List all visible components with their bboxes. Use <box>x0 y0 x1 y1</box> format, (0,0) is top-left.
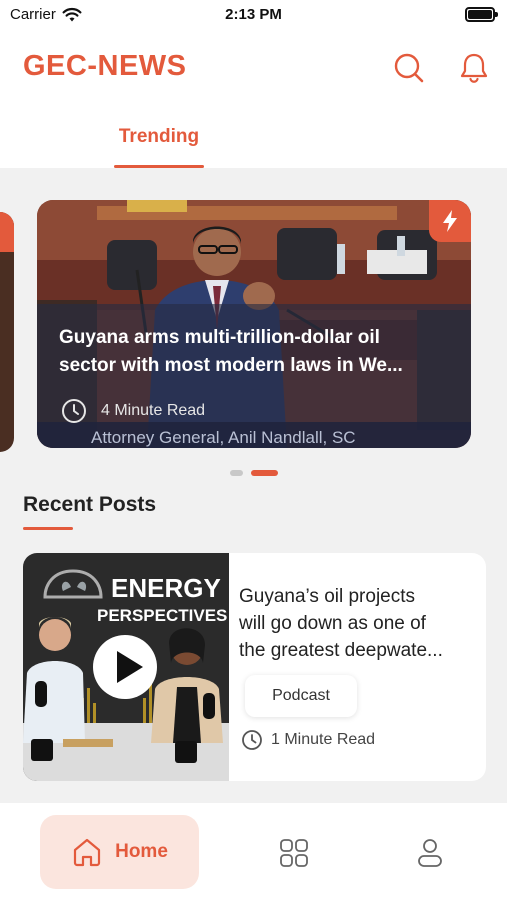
lightning-icon <box>443 210 457 232</box>
trending-badge <box>429 200 471 242</box>
bell-icon <box>460 53 488 83</box>
clock: 2:13 PM <box>225 6 282 23</box>
app-title: GEC-NEWS <box>23 50 187 82</box>
featured-article-title: Guyana arms multi-trillion-dollar oil se… <box>59 327 403 376</box>
clock-icon <box>242 730 262 750</box>
recent-post-card[interactable]: ENERGY PERSPECTIVES Guyana’s oil project… <box>23 553 486 781</box>
clock-icon <box>62 399 86 423</box>
nav-home-label: Home <box>115 841 168 862</box>
carousel-pagination <box>230 470 278 476</box>
featured-image-caption: Attorney General, Anil Nandlall, SC <box>91 428 356 447</box>
thumbnail-title-line2: PERSPECTIVES <box>97 606 227 625</box>
home-icon <box>73 838 101 867</box>
post-read-time-label: 1 Minute Read <box>271 731 376 748</box>
post-title: Guyana’s oil projects will go down as on… <box>239 586 443 661</box>
featured-read-time-label: 4 Minute Read <box>101 402 206 419</box>
nav-home-button[interactable]: Home <box>40 815 199 889</box>
post-read-time: 1 Minute Read <box>241 729 375 751</box>
nav-categories-button[interactable] <box>278 837 310 869</box>
bottom-nav: Home <box>0 803 507 900</box>
recent-posts-heading: Recent Posts <box>23 493 157 516</box>
carousel-dot-active[interactable] <box>251 470 278 476</box>
podcast-thumbnail: ENERGY PERSPECTIVES <box>23 553 229 781</box>
search-button[interactable] <box>391 50 427 86</box>
search-icon <box>394 53 424 83</box>
tab-trending-label: Trending <box>118 126 200 147</box>
featured-article-card[interactable]: Guyana arms multi-trillion-dollar oil se… <box>37 200 471 448</box>
post-category-tag[interactable]: Podcast <box>245 675 357 717</box>
tab-trending[interactable]: Trending <box>114 124 204 168</box>
featured-carousel[interactable]: Guyana arms multi-trillion-dollar oil se… <box>0 168 507 488</box>
battery-icon <box>465 7 498 22</box>
status-bar: Carrier 2:13 PM <box>0 0 507 30</box>
notifications-button[interactable] <box>456 50 492 86</box>
grid-icon <box>280 839 308 867</box>
section-underline <box>23 527 73 530</box>
thumbnail-title-line1: ENERGY <box>111 573 221 603</box>
app-header: GEC-NEWS Trending <box>0 30 507 168</box>
carousel-dot[interactable] <box>230 470 243 476</box>
nav-profile-button[interactable] <box>414 837 446 869</box>
previous-slide-card[interactable] <box>0 212 14 452</box>
featured-read-time: 4 Minute Read <box>61 398 205 424</box>
user-icon <box>418 839 442 867</box>
